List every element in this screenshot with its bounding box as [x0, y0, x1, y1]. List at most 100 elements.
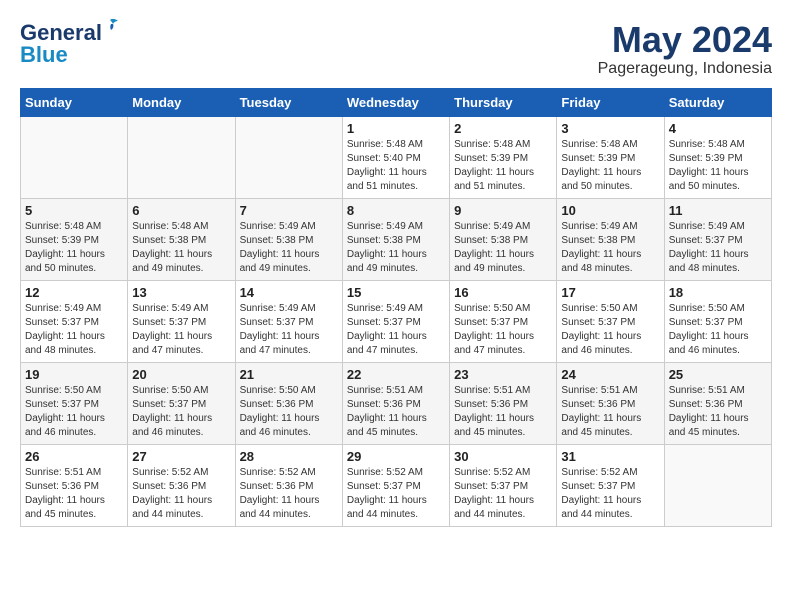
calendar-day-cell: 13 Sunrise: 5:49 AM Sunset: 5:37 PM Dayli…: [128, 280, 235, 362]
day-number: 7: [240, 203, 338, 218]
day-info-text: Sunrise: 5:48 AM Sunset: 5:39 PM Dayligh…: [454, 138, 552, 194]
day-number: 6: [132, 203, 230, 218]
day-info-text: Sunrise: 5:48 AM Sunset: 5:38 PM Dayligh…: [132, 220, 230, 276]
day-info-text: Sunrise: 5:50 AM Sunset: 5:37 PM Dayligh…: [561, 302, 659, 358]
day-info-text: Sunrise: 5:51 AM Sunset: 5:36 PM Dayligh…: [347, 384, 445, 440]
day-info-text: Sunrise: 5:49 AM Sunset: 5:38 PM Dayligh…: [454, 220, 552, 276]
calendar-day-cell: 25 Sunrise: 5:51 AM Sunset: 5:36 PM Dayli…: [664, 362, 771, 444]
day-number: 23: [454, 367, 552, 382]
calendar-day-cell: 21 Sunrise: 5:50 AM Sunset: 5:36 PM Dayli…: [235, 362, 342, 444]
day-number: 19: [25, 367, 123, 382]
calendar-week-row: 1 Sunrise: 5:48 AM Sunset: 5:40 PM Daylig…: [21, 116, 772, 198]
calendar-day-cell: [21, 116, 128, 198]
calendar-table: SundayMondayTuesdayWednesdayThursdayFrid…: [20, 88, 772, 527]
calendar-day-cell: 30 Sunrise: 5:52 AM Sunset: 5:37 PM Dayli…: [450, 444, 557, 526]
day-info-text: Sunrise: 5:48 AM Sunset: 5:40 PM Dayligh…: [347, 138, 445, 194]
calendar-day-cell: 14Sunrise: 5:49 AM Sunset: 5:37 PM Dayli…: [235, 280, 342, 362]
day-info-text: Sunrise: 5:49 AM Sunset: 5:38 PM Dayligh…: [561, 220, 659, 276]
location-subtitle: Pagerageung, Indonesia: [598, 60, 772, 78]
calendar-week-row: 26 Sunrise: 5:51 AM Sunset: 5:36 PM Dayli…: [21, 444, 772, 526]
day-number: 26: [25, 449, 123, 464]
calendar-day-cell: 29 Sunrise: 5:52 AM Sunset: 5:37 PM Dayli…: [342, 444, 449, 526]
day-info-text: Sunrise: 5:49 AM Sunset: 5:37 PM Dayligh…: [25, 302, 123, 358]
calendar-day-cell: 16 Sunrise: 5:50 AM Sunset: 5:37 PM Dayli…: [450, 280, 557, 362]
day-info-text: Sunrise: 5:51 AM Sunset: 5:36 PM Dayligh…: [454, 384, 552, 440]
day-number: 16: [454, 285, 552, 300]
day-info-text: Sunrise: 5:52 AM Sunset: 5:36 PM Dayligh…: [132, 466, 230, 522]
day-info-text: Sunrise: 5:48 AM Sunset: 5:39 PM Dayligh…: [669, 138, 767, 194]
calendar-day-cell: [235, 116, 342, 198]
day-info-text: Sunrise: 5:52 AM Sunset: 5:36 PM Dayligh…: [240, 466, 338, 522]
calendar-day-cell: 17 Sunrise: 5:50 AM Sunset: 5:37 PM Dayli…: [557, 280, 664, 362]
calendar-day-cell: 19Sunrise: 5:50 AM Sunset: 5:37 PM Dayli…: [21, 362, 128, 444]
day-number: 1: [347, 121, 445, 136]
calendar-week-row: 19 Sunrise: 5:50 AM Sunset: 5:37 PM Dayli…: [21, 362, 772, 444]
calendar-day-cell: 10 Sunrise: 5:49 AM Sunset: 5:38 PM Dayli…: [557, 198, 664, 280]
day-info-text: Sunrise: 5:49 AM Sunset: 5:38 PM Dayligh…: [240, 220, 338, 276]
day-header-monday: Monday: [128, 88, 235, 116]
day-info-text: Sunrise: 5:49 AM Sunset: 5:37 PM Dayligh…: [132, 302, 230, 358]
month-year-title: May 2024: [598, 20, 772, 60]
calendar-week-row: 12 Sunrise: 5:49 AM Sunset: 5:37 PM Dayli…: [21, 280, 772, 362]
day-info-text: Sunrise: 5:50 AM Sunset: 5:36 PM Dayligh…: [240, 384, 338, 440]
logo: General Blue: [20, 20, 102, 68]
day-number: 20: [132, 367, 230, 382]
day-number: 8: [347, 203, 445, 218]
calendar-day-cell: 23 Sunrise: 5:51 AM Sunset: 5:36 PM Dayli…: [450, 362, 557, 444]
calendar-day-cell: [128, 116, 235, 198]
logo-general: General: [20, 20, 102, 45]
calendar-day-cell: 31Sunrise: 5:52 AM Sunset: 5:37 PM Dayli…: [557, 444, 664, 526]
day-info-text: Sunrise: 5:49 AM Sunset: 5:38 PM Dayligh…: [347, 220, 445, 276]
day-header-friday: Friday: [557, 88, 664, 116]
day-number: 13: [132, 285, 230, 300]
day-info-text: Sunrise: 5:51 AM Sunset: 5:36 PM Dayligh…: [561, 384, 659, 440]
day-info-text: Sunrise: 5:50 AM Sunset: 5:37 PM Dayligh…: [454, 302, 552, 358]
day-info-text: Sunrise: 5:49 AM Sunset: 5:37 PM Dayligh…: [347, 302, 445, 358]
calendar-day-cell: 11Sunrise: 5:49 AM Sunset: 5:37 PM Dayli…: [664, 198, 771, 280]
calendar-day-cell: 8 Sunrise: 5:49 AM Sunset: 5:38 PM Daylig…: [342, 198, 449, 280]
day-info-text: Sunrise: 5:50 AM Sunset: 5:37 PM Dayligh…: [669, 302, 767, 358]
day-number: 29: [347, 449, 445, 464]
calendar-day-cell: [664, 444, 771, 526]
day-info-text: Sunrise: 5:48 AM Sunset: 5:39 PM Dayligh…: [561, 138, 659, 194]
calendar-day-cell: 7 Sunrise: 5:49 AM Sunset: 5:38 PM Daylig…: [235, 198, 342, 280]
day-info-text: Sunrise: 5:49 AM Sunset: 5:37 PM Dayligh…: [669, 220, 767, 276]
day-number: 21: [240, 367, 338, 382]
day-number: 15: [347, 285, 445, 300]
day-number: 18: [669, 285, 767, 300]
logo-bird-icon: [100, 16, 120, 36]
page-header: General Blue May 2024 Pagerageung, Indon…: [20, 20, 772, 78]
title-block: May 2024 Pagerageung, Indonesia: [598, 20, 772, 78]
day-info-text: Sunrise: 5:49 AM Sunset: 5:37 PM Dayligh…: [240, 302, 338, 358]
day-number: 17: [561, 285, 659, 300]
day-header-wednesday: Wednesday: [342, 88, 449, 116]
calendar-day-cell: 3 Sunrise: 5:48 AM Sunset: 5:39 PM Daylig…: [557, 116, 664, 198]
calendar-day-cell: 27 Sunrise: 5:52 AM Sunset: 5:36 PM Dayli…: [128, 444, 235, 526]
calendar-day-cell: 9 Sunrise: 5:49 AM Sunset: 5:38 PM Daylig…: [450, 198, 557, 280]
day-number: 25: [669, 367, 767, 382]
calendar-day-cell: 26 Sunrise: 5:51 AM Sunset: 5:36 PM Dayli…: [21, 444, 128, 526]
day-number: 3: [561, 121, 659, 136]
calendar-day-cell: 4Sunrise: 5:48 AM Sunset: 5:39 PM Daylig…: [664, 116, 771, 198]
calendar-day-cell: 2Sunrise: 5:48 AM Sunset: 5:39 PM Daylig…: [450, 116, 557, 198]
calendar-week-row: 5Sunrise: 5:48 AM Sunset: 5:39 PM Daylig…: [21, 198, 772, 280]
calendar-day-cell: 18 Sunrise: 5:50 AM Sunset: 5:37 PM Dayli…: [664, 280, 771, 362]
day-number: 27: [132, 449, 230, 464]
calendar-day-cell: 24Sunrise: 5:51 AM Sunset: 5:36 PM Dayli…: [557, 362, 664, 444]
day-number: 10: [561, 203, 659, 218]
calendar-day-cell: 28 Sunrise: 5:52 AM Sunset: 5:36 PM Dayli…: [235, 444, 342, 526]
day-info-text: Sunrise: 5:51 AM Sunset: 5:36 PM Dayligh…: [25, 466, 123, 522]
calendar-day-cell: 15 Sunrise: 5:49 AM Sunset: 5:37 PM Dayli…: [342, 280, 449, 362]
day-info-text: Sunrise: 5:50 AM Sunset: 5:37 PM Dayligh…: [132, 384, 230, 440]
day-number: 12: [25, 285, 123, 300]
day-number: 9: [454, 203, 552, 218]
day-header-tuesday: Tuesday: [235, 88, 342, 116]
calendar-day-cell: 22Sunrise: 5:51 AM Sunset: 5:36 PM Dayli…: [342, 362, 449, 444]
day-info-text: Sunrise: 5:52 AM Sunset: 5:37 PM Dayligh…: [454, 466, 552, 522]
day-info-text: Sunrise: 5:51 AM Sunset: 5:36 PM Dayligh…: [669, 384, 767, 440]
day-info-text: Sunrise: 5:52 AM Sunset: 5:37 PM Dayligh…: [347, 466, 445, 522]
calendar-day-cell: 5Sunrise: 5:48 AM Sunset: 5:39 PM Daylig…: [21, 198, 128, 280]
day-header-saturday: Saturday: [664, 88, 771, 116]
day-number: 30: [454, 449, 552, 464]
day-number: 28: [240, 449, 338, 464]
